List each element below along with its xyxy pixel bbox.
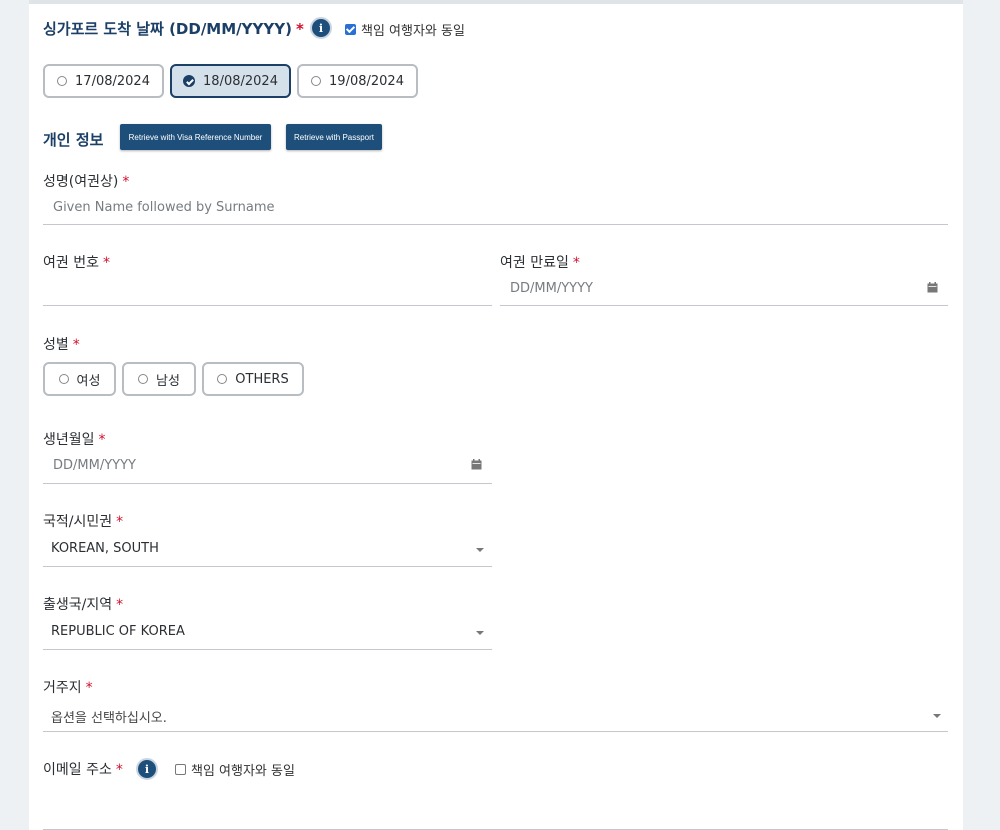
- calendar-icon[interactable]: [927, 282, 938, 293]
- chevron-down-icon[interactable]: [476, 548, 484, 552]
- residence-select[interactable]: 옵션을 선택하십시오.: [51, 707, 167, 726]
- nationality-select[interactable]: KOREAN, SOUTH: [51, 541, 159, 556]
- email-label: 이메일 주소 *: [43, 762, 123, 778]
- birth-country-underline: [43, 649, 492, 650]
- passport-number-input[interactable]: [53, 281, 483, 299]
- retrieve-visa-button[interactable]: Retrieve with Visa Reference Number: [120, 124, 271, 150]
- birth-country-label: 출생국/지역 *: [43, 597, 124, 613]
- birth-country-select[interactable]: REPUBLIC OF KOREA: [51, 624, 185, 639]
- passport-expiry-underline: [500, 305, 948, 306]
- dob-underline: [43, 483, 492, 484]
- nationality-underline: [43, 566, 492, 567]
- gender-option-others[interactable]: OTHERS: [202, 362, 304, 396]
- chevron-down-icon[interactable]: [933, 714, 941, 718]
- form-card: 싱가포르 도착 날짜 (DD/MM/YYYY) * i 책임 여행자와 동일 17…: [29, 0, 963, 830]
- residence-label: 거주지 *: [43, 680, 93, 696]
- radio-icon: [138, 374, 149, 384]
- info-icon[interactable]: i: [136, 758, 158, 780]
- name-input[interactable]: Given Name followed by Surname: [53, 200, 275, 215]
- gender-option-female[interactable]: 여성: [43, 362, 116, 396]
- gender-label: 성별 *: [43, 337, 80, 353]
- info-icon[interactable]: i: [310, 17, 332, 39]
- date-option-19[interactable]: 19/08/2024: [297, 64, 418, 98]
- nationality-label: 국적/시민권 *: [43, 514, 124, 530]
- radio-icon: [311, 76, 322, 86]
- name-underline: [43, 224, 948, 225]
- residence-underline: [43, 731, 948, 732]
- arrival-same-as-traveler[interactable]: 책임 여행자와 동일: [345, 20, 465, 39]
- radio-icon: [217, 374, 228, 384]
- personal-info-title: 개인 정보: [43, 131, 104, 149]
- passport-number-label: 여권 번호 *: [43, 255, 110, 271]
- name-label: 성명(여권상) *: [43, 174, 130, 190]
- email-same-as-traveler[interactable]: 책임 여행자와 동일: [175, 760, 295, 779]
- check-circle-icon: [183, 75, 196, 87]
- arrival-same-checkbox[interactable]: [345, 24, 356, 35]
- calendar-icon[interactable]: [471, 459, 482, 470]
- email-same-checkbox[interactable]: [175, 764, 186, 775]
- dob-input[interactable]: DD/MM/YYYY: [53, 458, 136, 473]
- passport-expiry-input[interactable]: DD/MM/YYYY: [510, 281, 593, 296]
- radio-icon: [58, 374, 69, 384]
- chevron-down-icon[interactable]: [476, 631, 484, 635]
- date-option-17[interactable]: 17/08/2024: [43, 64, 164, 98]
- radio-icon: [57, 76, 68, 86]
- date-option-18[interactable]: 18/08/2024: [170, 64, 291, 98]
- passport-expiry-label: 여권 만료일 *: [500, 255, 580, 271]
- gender-option-male[interactable]: 남성: [122, 362, 196, 396]
- arrival-date-label: 싱가포르 도착 날짜 (DD/MM/YYYY) *: [43, 20, 304, 38]
- passport-number-underline: [43, 305, 492, 306]
- retrieve-passport-button[interactable]: Retrieve with Passport: [286, 124, 382, 150]
- dob-label: 생년월일 *: [43, 432, 106, 448]
